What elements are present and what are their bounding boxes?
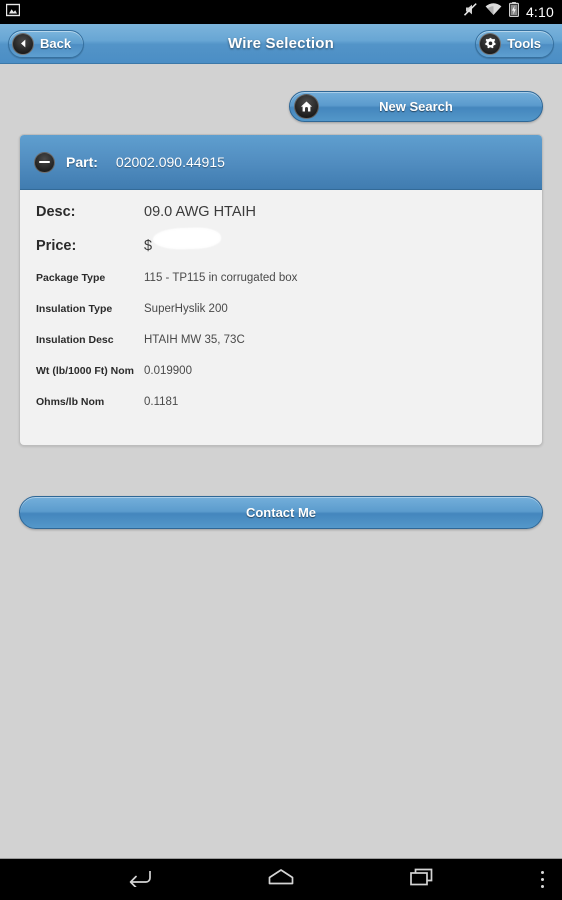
detail-value: HTAIH MW 35, 73C: [144, 334, 245, 346]
part-label: Part:: [66, 154, 98, 170]
chevron-left-icon: [12, 32, 34, 55]
detail-row-price: Price: $: [20, 230, 542, 254]
detail-row-package-type: Package Type 115 - TP115 in corrugated b…: [20, 272, 542, 284]
detail-value: 09.0 AWG HTAIH: [144, 204, 256, 220]
detail-value: 0.1181: [144, 396, 179, 408]
back-button[interactable]: Back: [8, 29, 85, 58]
home-icon: [294, 94, 319, 119]
part-card: Part: 02002.090.44915 Desc: 09.0 AWG HTA…: [19, 134, 543, 446]
nav-home-icon: [266, 867, 296, 892]
nav-recents-icon: [410, 867, 436, 892]
detail-row-insulation-desc: Insulation Desc HTAIH MW 35, 73C: [20, 334, 542, 346]
app-root: 4:10 Back Wire Selection Tools New Searc…: [0, 0, 562, 900]
nav-back-button[interactable]: [104, 867, 174, 892]
detail-label: Wt (lb/1000 Ft) Nom: [36, 365, 135, 377]
image-icon: [5, 3, 21, 22]
detail-row-weight-nom: Wt (lb/1000 Ft) Nom 0.019900: [20, 365, 542, 377]
battery-charging-icon: [508, 2, 519, 22]
detail-label: Ohms/lb Nom: [36, 396, 105, 408]
main-content: New Search Part: 02002.090.44915 Desc: 0…: [0, 64, 562, 858]
detail-label: Insulation Type: [36, 303, 113, 315]
part-detail-list: Desc: 09.0 AWG HTAIH Price: $ Package Ty…: [20, 190, 542, 445]
part-card-header[interactable]: Part: 02002.090.44915: [20, 135, 542, 190]
app-title-bar: Back Wire Selection Tools: [0, 24, 562, 64]
detail-label: Price:: [36, 238, 77, 254]
tools-button[interactable]: Tools: [475, 29, 554, 58]
detail-row-desc: Desc: 09.0 AWG HTAIH: [20, 204, 542, 220]
mute-icon: [463, 2, 478, 22]
new-search-button[interactable]: New Search: [289, 91, 543, 122]
gear-icon: [479, 32, 502, 55]
nav-home-button[interactable]: [246, 867, 316, 892]
tools-button-label: Tools: [507, 36, 541, 51]
android-nav-bar: [0, 858, 562, 900]
status-bar-notifications: [5, 3, 21, 22]
detail-value-price-redacted: $: [144, 230, 219, 254]
minus-circle-icon[interactable]: [34, 151, 55, 173]
contact-me-button[interactable]: Contact Me: [19, 496, 543, 529]
nav-recents-button[interactable]: [388, 867, 458, 892]
part-number: 02002.090.44915: [115, 154, 225, 170]
status-bar-system-icons: 4:10: [463, 2, 554, 22]
price-redaction-overlay: [155, 230, 219, 247]
toolbar-row: New Search: [19, 64, 543, 122]
detail-label: Package Type: [36, 272, 106, 284]
detail-label: Desc:: [36, 204, 76, 220]
new-search-label: New Search: [379, 99, 453, 114]
detail-row-ohms-nom: Ohms/lb Nom 0.1181: [20, 396, 542, 408]
overflow-menu-button[interactable]: [541, 859, 544, 900]
wifi-icon: [485, 3, 502, 21]
back-button-label: Back: [40, 36, 72, 51]
status-bar-clock: 4:10: [525, 4, 554, 20]
overflow-menu-icon: [541, 869, 544, 890]
price-currency-symbol: $: [144, 238, 153, 254]
detail-value: SuperHyslik 200: [144, 303, 228, 315]
contact-row: Contact Me: [19, 496, 543, 529]
detail-value: 0.019900: [144, 365, 192, 377]
android-status-bar: 4:10: [0, 0, 562, 24]
detail-row-insulation-type: Insulation Type SuperHyslik 200: [20, 303, 542, 315]
detail-value: 115 - TP115 in corrugated box: [144, 272, 298, 284]
detail-label: Insulation Desc: [36, 334, 114, 346]
nav-back-icon: [125, 867, 153, 892]
